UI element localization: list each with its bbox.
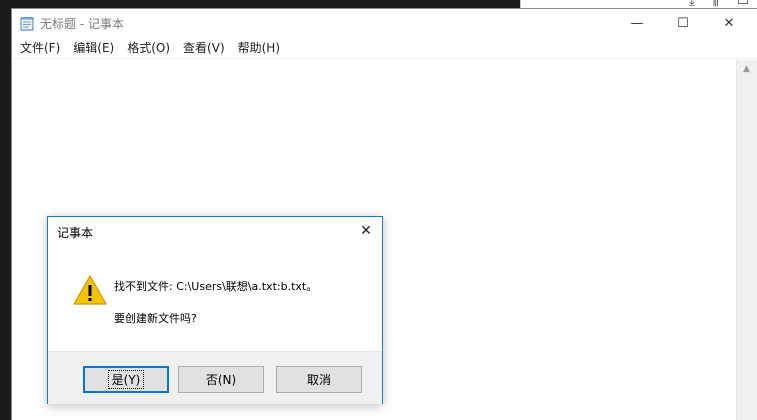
- dialog-message-primary: 找不到文件: C:\Users\联想\a.txt:b.txt。: [114, 280, 318, 293]
- window-title: 无标题 - 记事本: [40, 17, 124, 31]
- title-bar[interactable]: 无标题 - 记事本 — ☐ ✕: [12, 9, 757, 37]
- close-button[interactable]: ✕: [706, 9, 752, 37]
- yes-button-label: 是(Y): [107, 370, 145, 389]
- menu-help[interactable]: 帮助(H): [235, 39, 283, 56]
- dialog-close-button[interactable]: ✕: [350, 217, 382, 245]
- cancel-button-label: 取消: [306, 373, 331, 387]
- minimize-icon: —: [630, 15, 644, 31]
- cancel-button[interactable]: 取消: [276, 366, 362, 393]
- menu-view[interactable]: 查看(V): [180, 39, 228, 56]
- minimize-button[interactable]: —: [614, 9, 660, 37]
- dialog-button-bar: 是(Y) 否(N) 取消: [48, 351, 382, 404]
- close-icon: ✕: [360, 223, 372, 239]
- menu-bar: 文件(F) 编辑(E) 格式(O) 查看(V) 帮助(H): [12, 37, 757, 59]
- dialog-title: 记事本: [57, 226, 94, 240]
- dialog-message-question: 要创建新文件吗?: [114, 312, 197, 325]
- maximize-icon: ☐: [677, 15, 689, 31]
- menu-file[interactable]: 文件(F): [17, 39, 63, 56]
- yes-button[interactable]: 是(Y): [83, 366, 169, 393]
- no-button[interactable]: 否(N): [178, 366, 264, 393]
- warning-icon: [73, 275, 107, 305]
- menu-edit[interactable]: 编辑(E): [70, 39, 117, 56]
- menu-format[interactable]: 格式(O): [124, 39, 173, 56]
- notepad-app-icon: [20, 17, 34, 31]
- maximize-button[interactable]: ☐: [660, 9, 706, 37]
- close-icon: ✕: [723, 15, 735, 31]
- scroll-up-icon[interactable]: ▲: [743, 64, 750, 74]
- vertical-scrollbar[interactable]: ▲: [736, 60, 757, 420]
- no-button-label: 否(N): [205, 373, 237, 387]
- file-not-found-dialog: 记事本 ✕ 找不到文件: C:\Users\联想\a.txt:b.txt。 要创…: [47, 216, 383, 404]
